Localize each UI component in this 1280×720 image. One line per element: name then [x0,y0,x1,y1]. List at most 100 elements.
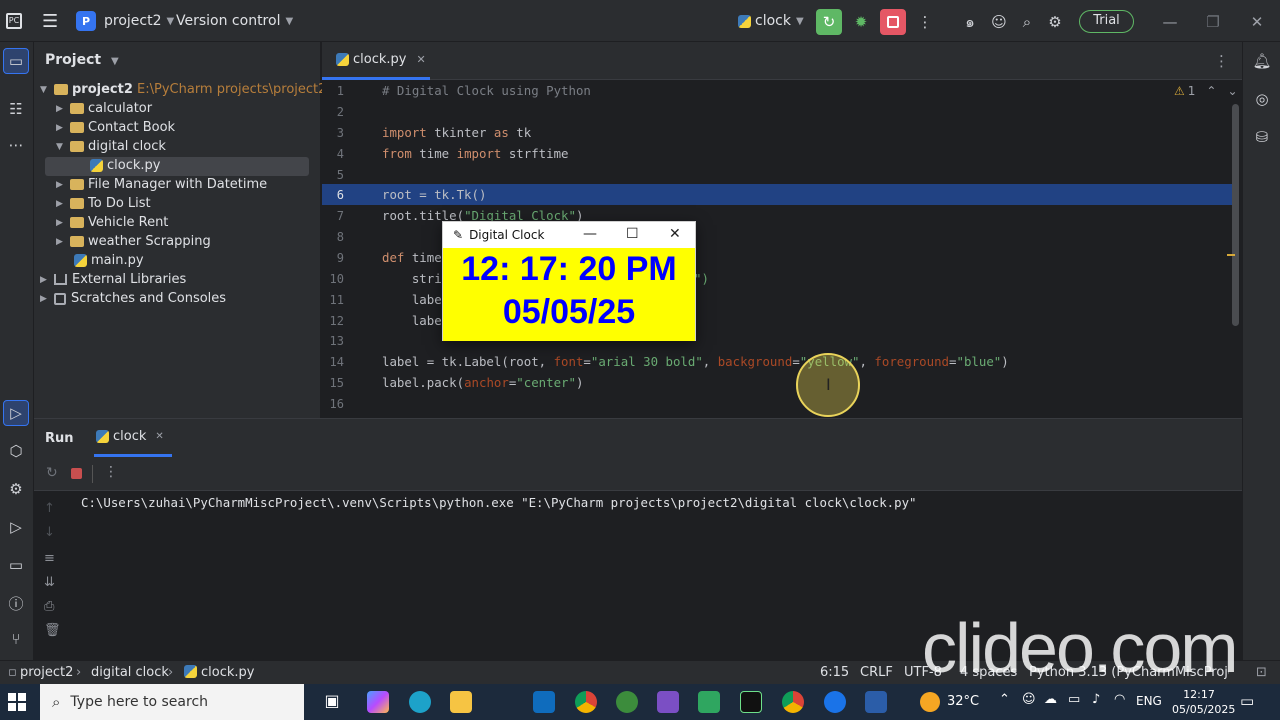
tab-clock-py[interactable]: clock.py ✕ [322,42,430,80]
cloud-icon[interactable]: ☁ [1044,692,1057,707]
code-line-tail[interactable]: ") [694,271,709,286]
close-tab-icon[interactable]: ✕ [416,53,425,66]
rerun-icon[interactable]: ↻ [816,9,842,35]
code-line[interactable]: labe [382,292,442,307]
run-tool-icon[interactable]: ▷ [3,400,29,426]
notification-center-icon[interactable]: ▭ [1240,692,1254,710]
volume-icon[interactable]: ♪ [1092,692,1100,707]
python-feather-icon[interactable] [865,691,887,713]
chrome-icon[interactable] [575,691,597,713]
pycharm-icon[interactable] [740,691,762,713]
code-line[interactable]: label = tk.Label(root, font="arial 30 bo… [382,354,1009,369]
arrow-down-icon[interactable]: ↓ [44,525,55,540]
search-icon[interactable]: ⌕ [1014,9,1040,35]
chevron-up-icon[interactable]: ⌃ [1206,84,1216,98]
app-icon[interactable] [616,691,638,713]
code-line[interactable]: def time [382,250,442,265]
file-explorer-icon[interactable] [450,691,472,713]
visual-studio-icon[interactable] [657,691,679,713]
trial-badge[interactable]: Trial [1079,10,1134,33]
terminal-icon[interactable]: ▭ [3,552,29,578]
tree-item-main-py[interactable]: main.py [74,251,144,270]
python-packages-icon[interactable]: ⬡ [3,438,29,464]
code-line[interactable]: label.pack(anchor="center") [382,375,583,390]
rerun-icon[interactable]: ↻ [46,465,58,481]
tree-root-project2[interactable]: ▼ project2 E:\PyCharm projects\project2 [40,80,326,99]
inspection-widget[interactable]: ⚠ 1 ⌃ ⌄ [1174,84,1238,98]
app-icon[interactable]: PC [6,0,22,42]
tree-item-clock-py[interactable]: clock.py [90,156,160,175]
lock-icon[interactable]: ⊡ [1256,665,1267,680]
language-indicator[interactable]: ENG [1136,694,1162,708]
print-icon[interactable]: ⎙ [44,599,54,614]
windows-start-icon[interactable] [8,693,26,711]
run-config-selector[interactable]: clock ▼ [738,0,804,42]
tree-item-file-manager[interactable]: ▶ File Manager with Datetime [56,175,267,194]
code-line[interactable]: from time import strftime [382,146,569,161]
maximize-icon[interactable]: ❐ [1200,9,1226,35]
tree-item-to-do-list[interactable]: ▶ To Do List [56,194,151,213]
breadcrumb-project[interactable]: project2 [20,665,73,680]
code-line[interactable]: stri [382,271,442,286]
more-actions-icon[interactable]: ⋮ [104,464,118,480]
add-user-icon[interactable]: ☺ [986,9,1012,35]
editor-more-icon[interactable]: ⋮ [1214,52,1229,70]
project-switcher[interactable]: P project2 ▼ [76,0,174,42]
console-output[interactable]: C:\Users\zuhai\PyCharmMiscProject\.venv\… [81,495,917,510]
task-view-icon[interactable]: ▣ [321,691,343,713]
more-tools-icon[interactable]: ⋯ [3,132,29,158]
minimize-icon[interactable]: — [1157,9,1183,35]
app-icon[interactable] [824,691,846,713]
tree-item-weather-scrapping[interactable]: ▶ weather Scrapping [56,232,211,251]
database-icon[interactable]: ⛁ [1249,124,1275,150]
taskbar-clock[interactable]: 12:17 05/05/2025 [1172,687,1235,717]
project-folder-icon[interactable]: ▭ [3,48,29,74]
soft-wrap-icon[interactable]: ≡ [44,551,55,566]
code-line[interactable]: root = tk.Tk() [382,187,486,202]
digital-clock-window[interactable]: ✎ Digital Clock — ☐ ✕ 12: 17: 20 PM 05/0… [442,221,696,341]
caret-position[interactable]: 6:15 [820,665,849,680]
python-console-icon[interactable]: ▷ [3,514,29,540]
scroll-to-end-icon[interactable]: ⇊ [44,575,55,590]
people-icon[interactable]: ☺ [1022,692,1036,707]
version-control-menu[interactable]: Version control ▼ [176,0,293,42]
close-icon[interactable]: ✕ [1244,9,1270,35]
notifications-bell-icon[interactable]: 🔔︎ [1249,48,1275,74]
project-panel-header[interactable]: Project ▼ [45,52,119,68]
wifi-icon[interactable]: ◠ [1114,692,1125,707]
taskbar-search-box[interactable]: ⌕ Type here to search [40,684,304,720]
tree-item-external-libraries[interactable]: ▶ External Libraries [40,270,186,289]
run-tab-clock[interactable]: clock ✕ [94,419,172,457]
temperature[interactable]: 32°C [947,694,979,709]
network-icon[interactable]: ▭ [1068,692,1080,707]
run-panel-title[interactable]: Run [45,431,74,446]
close-icon[interactable]: ✕ [669,226,681,242]
tray-chevron-up-icon[interactable]: ⌃ [999,692,1010,707]
store-icon[interactable] [698,691,720,713]
breadcrumb-folder[interactable]: digital clock [91,665,169,680]
ai-assistant-icon[interactable]: ๑ [957,9,983,35]
chevron-down-icon[interactable]: ⌄ [1227,84,1237,98]
edge-icon[interactable] [409,691,431,713]
main-menu-icon[interactable]: ☰ [42,0,58,42]
tree-item-calculator[interactable]: ▶ calculator [56,99,152,118]
chrome-icon[interactable] [782,691,804,713]
code-line[interactable]: # Digital Clock using Python [382,83,591,98]
tree-item-digital-clock[interactable]: ▼ digital clock [56,137,166,156]
outlook-icon[interactable] [533,691,555,713]
more-actions-icon[interactable]: ⋮ [912,9,938,35]
services-icon[interactable]: ⚙ [3,476,29,502]
breadcrumb-file[interactable]: clock.py [201,665,254,680]
trash-icon[interactable]: 🗑︎ [44,623,61,638]
code-line[interactable]: import tkinter as tk [382,125,531,140]
stop-button[interactable] [880,9,906,35]
arrow-up-icon[interactable]: ↑ [44,501,55,516]
editor-scrollbar[interactable] [1232,104,1239,326]
structure-icon[interactable]: ☷ [3,96,29,122]
tree-item-vehicle-rent[interactable]: ▶ Vehicle Rent [56,213,168,232]
settings-gear-icon[interactable]: ⚙ [1042,9,1068,35]
tree-item-scratches[interactable]: ▶ Scratches and Consoles [40,289,226,308]
code-line[interactable]: labe [382,313,442,328]
warning-stripe-marker[interactable] [1227,254,1235,256]
line-separator[interactable]: CRLF [860,665,893,680]
